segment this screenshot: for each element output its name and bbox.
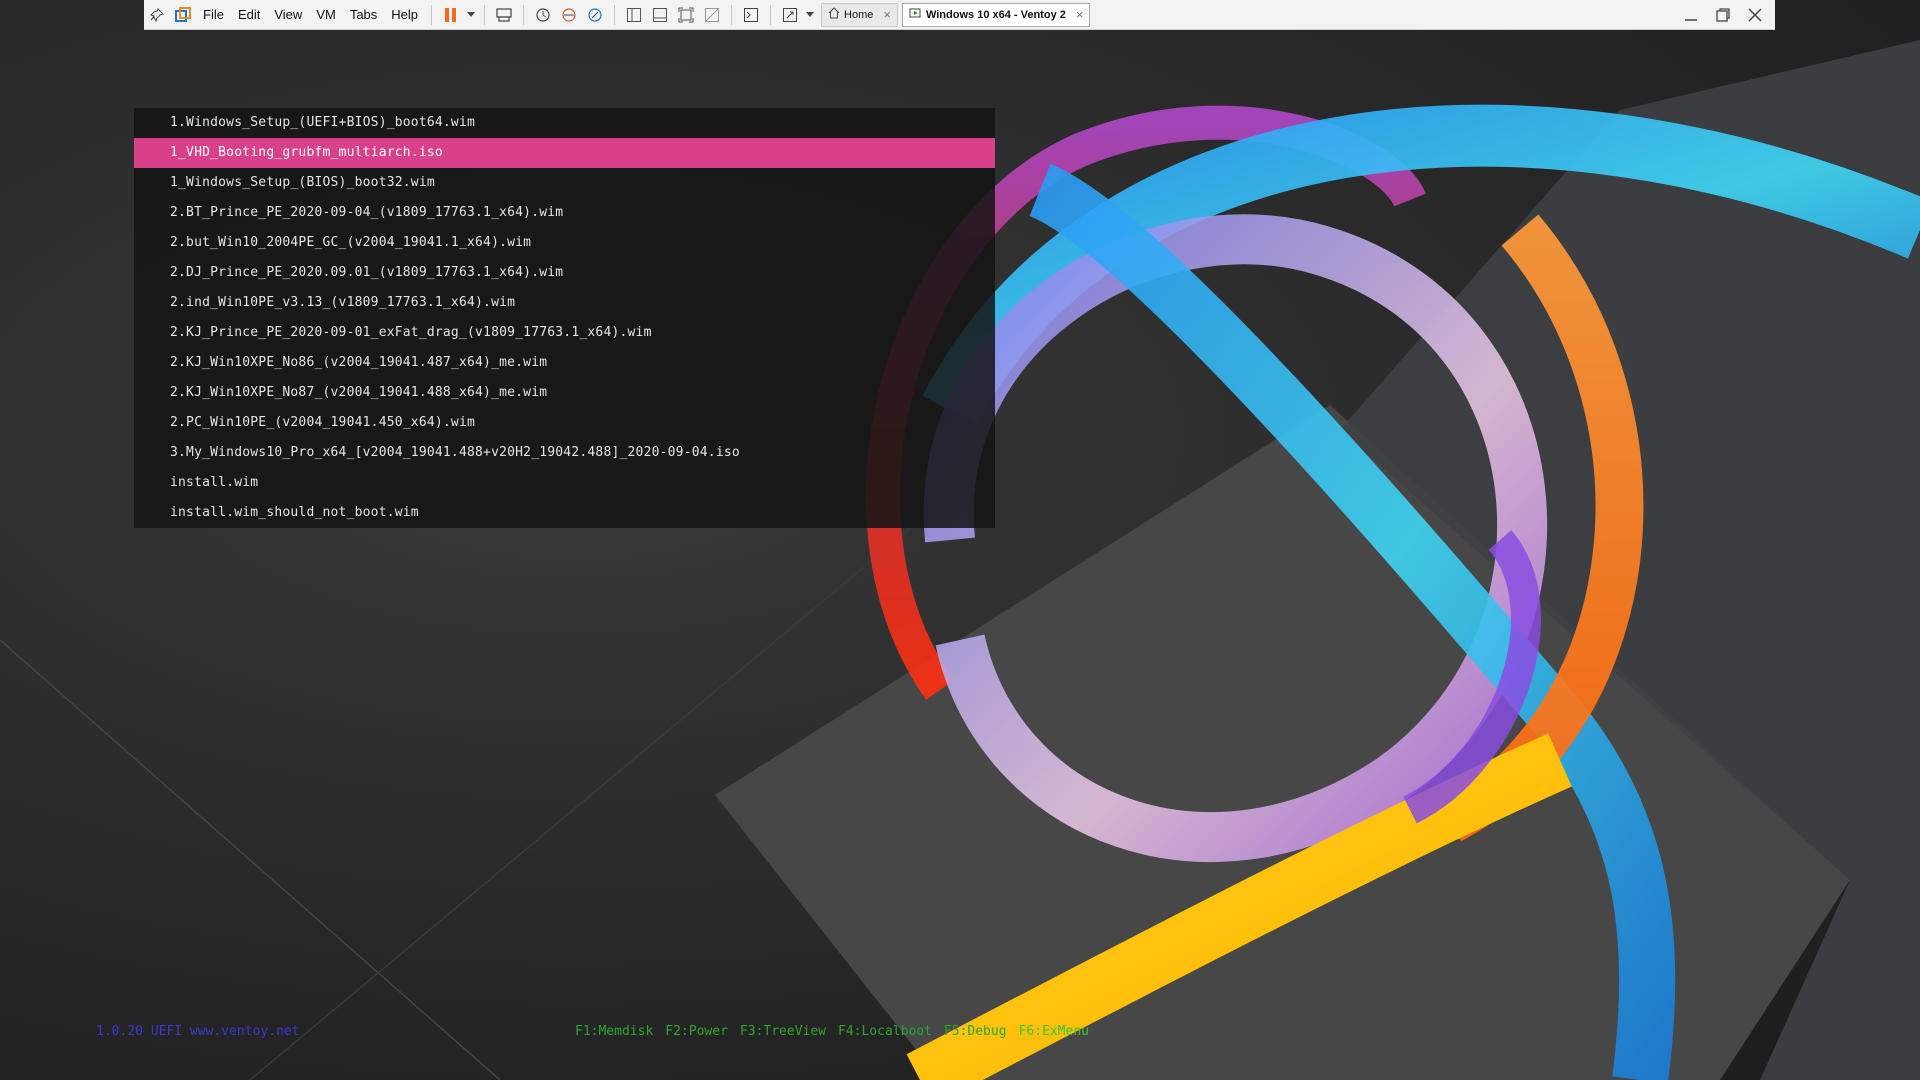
close-tab-icon[interactable]: × <box>1076 7 1084 22</box>
hotkey-f6-exmenu[interactable]: F6:ExMenu <box>1019 1024 1089 1039</box>
hotkey-f3-treeview[interactable]: F3:TreeView <box>740 1024 826 1039</box>
toolbar-separator <box>431 4 433 25</box>
power-dropdown-icon[interactable] <box>464 2 478 28</box>
thumbnail-bar-icon[interactable] <box>647 2 673 28</box>
toolbar-separator <box>770 4 772 25</box>
minimize-icon[interactable] <box>1679 3 1703 27</box>
window-controls <box>1679 3 1775 27</box>
boot-menu-item[interactable]: install.wim <box>134 468 995 498</box>
stretch-guest-icon[interactable] <box>777 2 803 28</box>
function-key-bar: F1:Memdisk F2:Power F3:TreeView F4:Local… <box>575 1024 1089 1039</box>
boot-menu-item[interactable]: 1.Windows_Setup_(UEFI+BIOS)_boot64.wim <box>134 108 995 138</box>
menu-file[interactable]: File <box>196 7 231 22</box>
toolbar-separator <box>484 4 486 25</box>
boot-menu-item[interactable]: install.wim_should_not_boot.wim <box>134 498 995 528</box>
show-library-icon[interactable] <box>621 2 647 28</box>
menu-tabs[interactable]: Tabs <box>343 7 384 22</box>
boot-menu-item[interactable]: 3.My_Windows10_Pro_x64_[v2004_19041.488+… <box>134 438 995 468</box>
tab-home[interactable]: Home × <box>821 2 898 27</box>
ventoy-desktop: File Edit View VM Tabs Help Home × Windo… <box>0 0 1920 1080</box>
menu-help[interactable]: Help <box>384 7 425 22</box>
toolbar-separator <box>731 4 733 25</box>
boot-menu-item[interactable]: 2.but_Win10_2004PE_GC_(v2004_19041.1_x64… <box>134 228 995 258</box>
hotkey-f2-power[interactable]: F2:Power <box>665 1024 728 1039</box>
pause-icon[interactable] <box>438 2 464 28</box>
menu-vm[interactable]: VM <box>309 7 343 22</box>
full-screen-icon[interactable] <box>673 2 699 28</box>
revert-snapshot-icon[interactable] <box>556 2 582 28</box>
tab-home-label: Home <box>844 8 874 21</box>
snapshot-icon[interactable] <box>530 2 556 28</box>
toolbar-separator <box>614 4 616 25</box>
boot-menu-item[interactable]: 1_Windows_Setup_(BIOS)_boot32.wim <box>134 168 995 198</box>
boot-menu-item[interactable]: 1_VHD_Booting_grubfm_multiarch.iso <box>134 138 995 168</box>
boot-menu-item[interactable]: 2.KJ_Win10XPE_No87_(v2004_19041.488_x64)… <box>134 378 995 408</box>
vmware-logo-icon[interactable] <box>170 2 196 28</box>
boot-menu-item[interactable]: 2.ind_Win10PE_v3.13_(v1809_17763.1_x64).… <box>134 288 995 318</box>
boot-menu-item[interactable]: 2.KJ_Win10XPE_No86_(v2004_19041.487_x64)… <box>134 348 995 378</box>
vmware-toolbar: File Edit View VM Tabs Help Home × Windo… <box>144 0 1775 30</box>
restore-icon[interactable] <box>1711 3 1735 27</box>
ventoy-version-info: 1.0.20 UEFI www.ventoy.net <box>96 1024 300 1039</box>
menu-view[interactable]: View <box>267 7 309 22</box>
stretch-dropdown-icon[interactable] <box>803 2 817 28</box>
close-icon[interactable] <box>1743 3 1767 27</box>
boot-menu-item[interactable]: 2.PC_Win10PE_(v2004_19041.450_x64).wim <box>134 408 995 438</box>
boot-menu-item[interactable]: 2.BT_Prince_PE_2020-09-04_(v1809_17763.1… <box>134 198 995 228</box>
tab-vm-label: Windows 10 x64 - Ventoy 2 <box>925 8 1066 21</box>
send-ctrl-alt-del-icon[interactable] <box>491 2 517 28</box>
hotkey-f4-localboot[interactable]: F4:Localboot <box>838 1024 932 1039</box>
menu-edit[interactable]: Edit <box>231 7 267 22</box>
toolbar-separator <box>523 4 525 25</box>
home-icon <box>828 7 840 22</box>
hotkey-f1-memdisk[interactable]: F1:Memdisk <box>575 1024 653 1039</box>
snapshot-manager-icon[interactable] <box>582 2 608 28</box>
vm-tab-icon <box>909 7 922 23</box>
unity-icon[interactable] <box>699 2 725 28</box>
tab-vm[interactable]: Windows 10 x64 - Ventoy 2 × <box>901 2 1091 27</box>
console-view-icon[interactable] <box>738 2 764 28</box>
pin-icon[interactable] <box>144 2 170 28</box>
ventoy-boot-menu: 1.Windows_Setup_(UEFI+BIOS)_boot64.wim 1_… <box>134 108 995 528</box>
hotkey-f5-debug[interactable]: F5:Debug <box>944 1024 1007 1039</box>
close-tab-icon[interactable]: × <box>883 7 891 22</box>
boot-menu-item[interactable]: 2.KJ_Prince_PE_2020-09-01_exFat_drag_(v1… <box>134 318 995 348</box>
boot-menu-item[interactable]: 2.DJ_Prince_PE_2020.09.01_(v1809_17763.1… <box>134 258 995 288</box>
